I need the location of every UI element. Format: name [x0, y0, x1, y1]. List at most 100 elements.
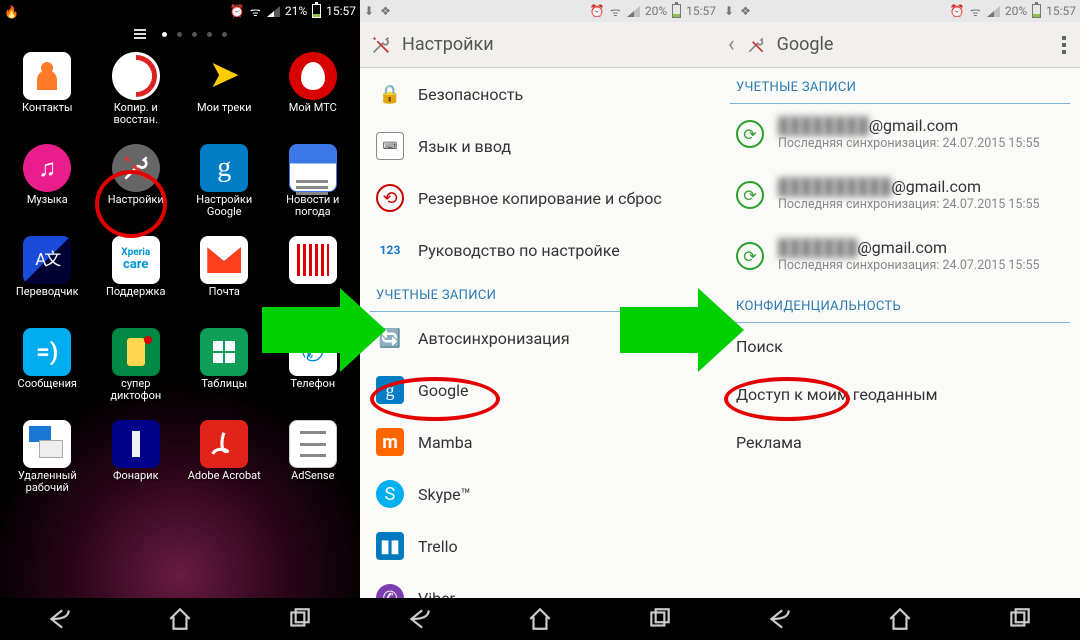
section-privacy: КОНФИДЕНЦИАЛЬНОСТЬ	[720, 287, 1080, 318]
download-icon: ⬇	[724, 4, 734, 18]
nav-bar	[360, 598, 720, 640]
battery-percent: 20%	[645, 4, 667, 18]
flame-icon: ❖	[380, 4, 391, 18]
app-sheets[interactable]: Таблицы	[181, 328, 268, 416]
tools-icon	[743, 35, 769, 55]
skype-icon: S	[376, 480, 404, 508]
app-news-weather[interactable]: Новости и погода	[270, 144, 357, 232]
torch-icon	[112, 420, 160, 468]
status-bar: ⬇ ❖ ⏰ ᯤ 20% 15:57	[720, 0, 1080, 22]
nav-recent[interactable]	[1005, 604, 1035, 634]
row-search[interactable]: Поиск	[720, 323, 1080, 371]
adsense-icon	[289, 420, 337, 468]
google-g-icon: g	[376, 376, 404, 404]
header-title: Google	[777, 34, 834, 55]
account-sync: Последняя синхронизация: 24.07.2015 15:5…	[778, 197, 1040, 214]
account-sync: Последняя синхронизация: 24.07.2015 15:5…	[778, 258, 1040, 275]
row-setup-guide[interactable]: 123Руководство по настройке	[360, 224, 720, 276]
app-super-dictophone[interactable]: супер диктофон	[93, 328, 180, 416]
account-row[interactable]: ⟳ ████████@gmail.comПоследняя синхрониза…	[720, 104, 1080, 165]
barcode-icon	[289, 236, 337, 284]
google-settings-list[interactable]: УЧЕТНЫЕ ЗАПИСИ ⟳ ████████@gmail.comПосле…	[720, 68, 1080, 598]
app-torch[interactable]: Фонарик	[93, 420, 180, 508]
row-backup-reset[interactable]: ⟲Резервное копирование и сброс	[360, 172, 720, 224]
back-icon[interactable]: ‹	[728, 32, 735, 57]
translate-icon: A文	[23, 236, 71, 284]
mts-egg-icon	[289, 52, 337, 100]
app-my-mts[interactable]: Мой МТС	[270, 52, 357, 140]
tools-icon	[368, 34, 394, 56]
row-viber[interactable]: ✆Viber	[360, 572, 720, 598]
app-messages[interactable]: =)Сообщения	[4, 328, 91, 416]
tools-icon	[112, 144, 160, 192]
sync-icon: ⟳	[736, 242, 764, 270]
nav-home[interactable]	[885, 604, 915, 634]
header-title: Настройки	[402, 34, 494, 55]
step-arrow-2	[620, 288, 744, 372]
row-security[interactable]: 🔒Безопасность	[360, 68, 720, 120]
account-email: ██████████@gmail.com	[778, 177, 1040, 197]
nav-home[interactable]	[525, 604, 555, 634]
signal-icon	[266, 5, 280, 17]
status-bar: 🔥 ⏰ ᯤ 21% 15:57	[0, 0, 360, 22]
microphone-icon	[112, 328, 160, 376]
news-icon	[289, 144, 337, 192]
nav-bar	[0, 598, 360, 640]
battery-icon	[672, 4, 681, 18]
row-mamba[interactable]: mMamba	[360, 416, 720, 468]
trello-icon: ▮▮	[376, 532, 404, 560]
app-adsense[interactable]: AdSense	[270, 420, 357, 508]
section-accounts: УЧЕТНЫЕ ЗАПИСИ	[720, 68, 1080, 99]
app-backup-restore[interactable]: Копир. и восстан.	[93, 52, 180, 140]
music-note-icon: ♫	[23, 144, 71, 192]
messages-icon: =)	[23, 328, 71, 376]
app-music[interactable]: ♫Музыка	[4, 144, 91, 232]
nav-back[interactable]	[765, 604, 795, 634]
arrow-icon: ➤	[200, 52, 248, 100]
row-location-access[interactable]: Доступ к моим геоданным	[720, 371, 1080, 419]
app-support[interactable]: XperiacareПоддержка	[93, 236, 180, 324]
nav-recent[interactable]	[285, 604, 315, 634]
alarm-icon: ⏰	[590, 4, 605, 18]
app-settings[interactable]: Настройки	[93, 144, 180, 232]
yandex-mail-icon	[200, 236, 248, 284]
contacts-icon	[23, 52, 71, 100]
row-ads[interactable]: Реклама	[720, 419, 1080, 467]
nav-back[interactable]	[45, 604, 75, 634]
app-remote-desktop[interactable]: Удаленный рабочий	[4, 420, 91, 508]
app-google-settings[interactable]: gНастройки Google	[181, 144, 268, 232]
battery-percent: 21%	[285, 4, 307, 18]
nav-home[interactable]	[165, 604, 195, 634]
clock: 15:57	[686, 4, 716, 18]
app-adobe-acrobat[interactable]: Adobe Acrobat	[181, 420, 268, 508]
page-indicator[interactable]	[0, 26, 360, 42]
google-g-icon: g	[200, 144, 248, 192]
app-mail[interactable]: Почта	[181, 236, 268, 324]
account-sync: Последняя синхронизация: 24.07.2015 15:5…	[778, 136, 1040, 153]
status-bar: ⬇ ❖ ⏰ ᯤ 20% 15:57	[360, 0, 720, 22]
flame-icon: ❖	[740, 4, 751, 18]
account-email: ███████@gmail.com	[778, 238, 1040, 258]
row-language-input[interactable]: ⌨Язык и ввод	[360, 120, 720, 172]
screen-google-accounts: ⬇ ❖ ⏰ ᯤ 20% 15:57 ‹ Google УЧЕТНЫЕ ЗАПИС…	[720, 0, 1080, 640]
header-google: ‹ Google	[720, 22, 1080, 68]
viber-icon: ✆	[376, 584, 404, 598]
wifi-icon: ᯤ	[610, 3, 621, 20]
flame-icon: 🔥	[4, 5, 16, 17]
app-translate[interactable]: A文Переводчик	[4, 236, 91, 324]
nav-back[interactable]	[405, 604, 435, 634]
account-row[interactable]: ⟳ ██████████@gmail.comПоследняя синхрони…	[720, 165, 1080, 226]
overflow-menu-icon[interactable]	[1056, 30, 1072, 60]
nav-bar	[720, 598, 1080, 640]
keyboard-icon: ⌨	[376, 132, 404, 160]
app-contacts[interactable]: Контакты	[4, 52, 91, 140]
row-trello[interactable]: ▮▮Trello	[360, 520, 720, 572]
row-skype[interactable]: SSkype™	[360, 468, 720, 520]
remote-desktop-icon	[23, 420, 71, 468]
app-my-tracks[interactable]: ➤Мои треки	[181, 52, 268, 140]
reset-icon: ⟲	[376, 184, 404, 212]
xperia-care-icon: Xperiacare	[112, 236, 160, 284]
account-row[interactable]: ⟳ ███████@gmail.comПоследняя синхронизац…	[720, 226, 1080, 287]
nav-recent[interactable]	[645, 604, 675, 634]
download-icon: ⬇	[364, 4, 374, 18]
